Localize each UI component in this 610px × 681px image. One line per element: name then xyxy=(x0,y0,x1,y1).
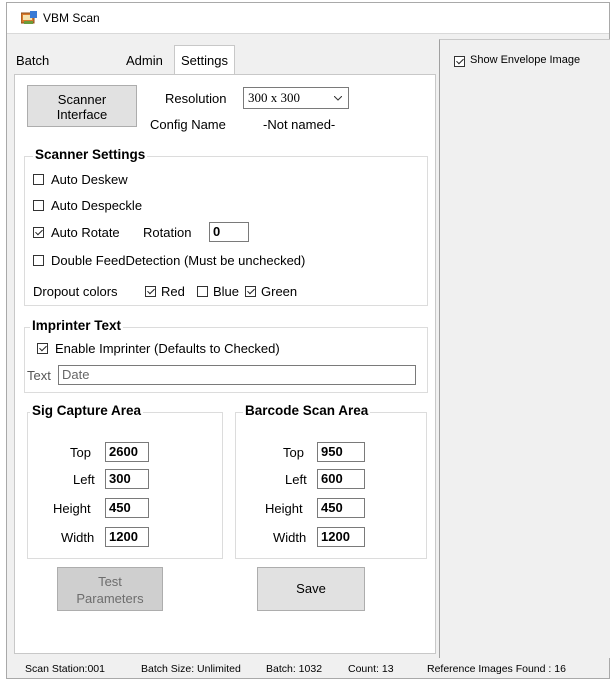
app-icon xyxy=(21,11,37,24)
sig-top-input[interactable]: 2600 xyxy=(105,442,149,462)
auto-rotate-checkbox[interactable] xyxy=(33,227,44,238)
config-name-value: -Not named- xyxy=(263,117,336,132)
tab-admin[interactable]: Admin xyxy=(126,49,163,73)
resolution-value: 300 x 300 xyxy=(248,90,300,105)
double-feed-label: Double FeedDetection (Must be unchecked) xyxy=(51,253,306,268)
settings-panel: Scanner Interface Resolution 300 x 300 C… xyxy=(14,74,436,654)
test-parameters-label-2: Parameters xyxy=(76,591,144,606)
config-name-label: Config Name xyxy=(150,117,226,132)
barcode-top-label: Top xyxy=(283,445,304,460)
barcode-height-label: Height xyxy=(265,501,303,516)
status-reference-images: Reference Images Found : 16 xyxy=(427,663,566,675)
auto-deskew-label: Auto Deskew xyxy=(51,172,128,187)
auto-despeckle-checkbox[interactable] xyxy=(33,200,44,211)
sig-left-input[interactable]: 300 xyxy=(105,469,149,489)
barcode-width-label: Width xyxy=(273,530,307,545)
chevron-down-icon xyxy=(334,96,342,101)
title-bar: VBM Scan xyxy=(7,3,609,34)
scanner-interface-button[interactable]: Scanner Interface xyxy=(27,85,137,127)
auto-despeckle-label: Auto Despeckle xyxy=(51,198,143,213)
envelope-image-panel: Show Envelope Image xyxy=(439,39,610,658)
barcode-height-input[interactable]: 450 xyxy=(317,498,365,518)
resolution-select[interactable]: 300 x 300 xyxy=(243,87,349,109)
show-envelope-checkbox[interactable] xyxy=(454,56,465,67)
status-station: Scan Station:001 xyxy=(25,663,105,675)
sig-left-label: Left xyxy=(73,472,95,487)
dropout-colors-label: Dropout colors xyxy=(33,284,118,299)
imprinter-text-label: Text xyxy=(27,368,51,383)
test-parameters-label-1: Test xyxy=(98,574,122,589)
enable-imprinter-checkbox[interactable] xyxy=(37,343,48,354)
dropout-green-checkbox[interactable] xyxy=(245,286,256,297)
dropout-blue-label: Blue xyxy=(213,284,240,299)
sig-height-input[interactable]: 450 xyxy=(105,498,149,518)
auto-deskew-checkbox[interactable] xyxy=(33,174,44,185)
sig-height-label: Height xyxy=(53,501,91,516)
barcode-left-input[interactable]: 600 xyxy=(317,469,365,489)
scanner-interface-label-1: Scanner xyxy=(57,92,107,107)
show-envelope-label: Show Envelope Image xyxy=(470,54,581,66)
rotation-label: Rotation xyxy=(143,225,192,240)
status-count: Count: 13 xyxy=(348,663,394,675)
tab-settings[interactable]: Settings xyxy=(174,45,235,74)
sig-top-label: Top xyxy=(70,445,91,460)
resolution-label: Resolution xyxy=(165,91,227,106)
app-window: VBM Scan Batch Controls Admin Settings S… xyxy=(6,2,610,679)
status-bar: Scan Station:001 Batch Size: Unlimited B… xyxy=(7,661,609,678)
tab-batch-controls[interactable]: Batch Controls xyxy=(16,49,64,92)
dropout-green-label: Green xyxy=(261,284,298,299)
dropout-red-checkbox[interactable] xyxy=(145,286,156,297)
status-batch-size: Batch Size: Unlimited xyxy=(141,663,241,675)
sig-capture-title: Sig Capture Area xyxy=(30,403,144,418)
imprinter-title: Imprinter Text xyxy=(30,318,124,333)
barcode-width-input[interactable]: 1200 xyxy=(317,527,365,547)
barcode-top-input[interactable]: 950 xyxy=(317,442,365,462)
sig-width-input[interactable]: 1200 xyxy=(105,527,149,547)
dropout-red-label: Red xyxy=(161,284,185,299)
enable-imprinter-label: Enable Imprinter (Defaults to Checked) xyxy=(55,341,280,356)
double-feed-checkbox[interactable] xyxy=(33,255,44,266)
imprinter-text-input[interactable]: Date xyxy=(58,365,416,385)
scanner-settings-title: Scanner Settings xyxy=(33,147,148,162)
sig-width-label: Width xyxy=(61,530,95,545)
save-button[interactable]: Save xyxy=(257,567,365,611)
window-title: VBM Scan xyxy=(43,11,100,25)
barcode-scan-title: Barcode Scan Area xyxy=(243,403,371,418)
status-batch: Batch: 1032 xyxy=(266,663,323,675)
test-parameters-button[interactable]: Test Parameters xyxy=(57,567,163,611)
barcode-left-label: Left xyxy=(285,472,307,487)
scanner-interface-label-2: Interface xyxy=(56,107,108,122)
dropout-blue-checkbox[interactable] xyxy=(197,286,208,297)
auto-rotate-label: Auto Rotate xyxy=(51,225,120,240)
rotation-input[interactable]: 0 xyxy=(209,222,249,242)
